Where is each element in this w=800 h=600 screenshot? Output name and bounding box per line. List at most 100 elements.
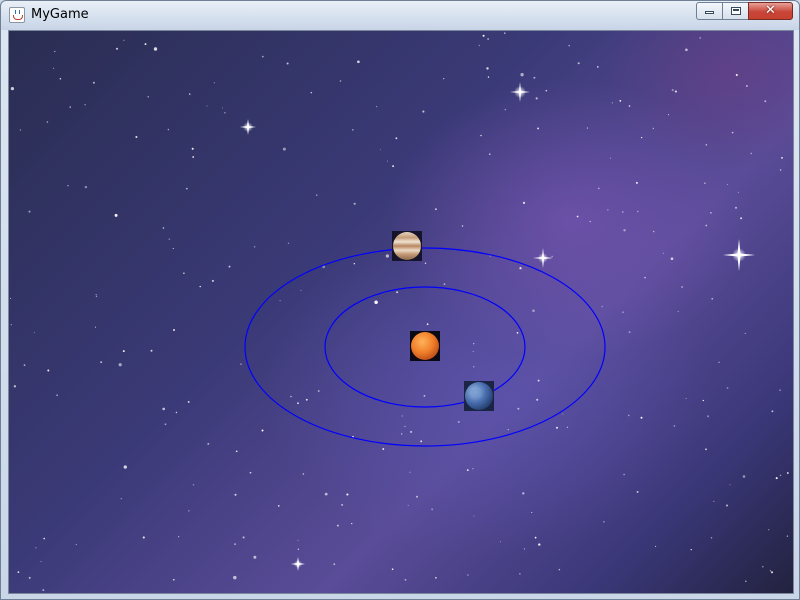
star [467, 574, 469, 576]
star [603, 521, 605, 523]
star [353, 263, 355, 265]
star [375, 105, 378, 108]
star [473, 515, 475, 517]
star [10, 323, 13, 326]
scene-svg [10, 32, 793, 592]
star [84, 104, 86, 106]
star [771, 410, 774, 413]
game-canvas[interactable] [8, 30, 794, 594]
star [409, 471, 411, 473]
star [94, 326, 97, 328]
earth[interactable] [464, 381, 494, 411]
window-title: MyGame [31, 7, 89, 22]
star [213, 82, 215, 84]
maximize-button[interactable] [722, 2, 748, 20]
star [685, 397, 687, 400]
star [619, 100, 622, 102]
star [35, 547, 37, 549]
star [566, 426, 569, 428]
star [486, 67, 489, 70]
star [640, 416, 643, 419]
star [13, 385, 17, 388]
star [750, 152, 752, 155]
star [192, 156, 195, 158]
star [10, 297, 12, 299]
star [17, 571, 20, 573]
star [611, 102, 613, 104]
star [556, 426, 558, 429]
star [726, 387, 729, 389]
sun[interactable] [410, 331, 440, 361]
star [726, 183, 729, 185]
star [482, 34, 485, 37]
star [123, 39, 125, 41]
star [333, 563, 336, 566]
star [487, 38, 489, 40]
star [404, 578, 407, 581]
star [33, 332, 35, 334]
star [609, 157, 611, 159]
star [346, 493, 349, 496]
star [164, 423, 167, 426]
star [535, 97, 538, 100]
minimize-button[interactable] [696, 2, 722, 20]
star [487, 76, 490, 78]
star [95, 295, 98, 298]
star [702, 399, 704, 402]
star [472, 351, 474, 353]
star [28, 576, 31, 579]
close-button[interactable]: ✕ [748, 2, 793, 20]
star [249, 471, 252, 474]
star [144, 43, 147, 46]
star [520, 73, 524, 77]
star [297, 548, 300, 550]
star [316, 194, 318, 196]
star [781, 157, 783, 159]
star [480, 134, 482, 137]
star [59, 78, 62, 80]
star [407, 504, 409, 507]
star [472, 468, 474, 470]
star [42, 589, 45, 592]
star [761, 565, 764, 568]
star [410, 430, 413, 433]
star [178, 536, 180, 538]
star [351, 522, 353, 525]
star [379, 149, 381, 151]
star [533, 76, 536, 79]
star [705, 144, 707, 146]
star [726, 504, 728, 507]
star [779, 474, 782, 477]
star [23, 364, 26, 366]
star [336, 524, 339, 527]
star [153, 47, 158, 51]
star [420, 440, 423, 443]
star [279, 300, 281, 302]
star [792, 461, 793, 463]
star [221, 107, 224, 109]
star [187, 400, 190, 403]
jupiter[interactable] [392, 231, 422, 261]
star [431, 508, 434, 511]
game-window: MyGame ✕ [0, 0, 800, 600]
star [674, 90, 677, 93]
star [404, 425, 406, 428]
title-bar[interactable]: MyGame ✕ [1, 1, 799, 30]
star [473, 366, 475, 368]
star [522, 492, 525, 495]
star [636, 490, 639, 493]
star [118, 363, 122, 367]
star [396, 291, 399, 294]
star [435, 576, 437, 579]
star [46, 121, 49, 123]
star [568, 44, 570, 47]
star [100, 361, 103, 364]
star [589, 220, 591, 223]
star [92, 81, 95, 84]
star [382, 448, 385, 450]
java-cup-icon[interactable] [9, 7, 25, 23]
star [628, 331, 631, 334]
star [536, 398, 539, 401]
star [305, 398, 308, 401]
star [516, 332, 519, 334]
